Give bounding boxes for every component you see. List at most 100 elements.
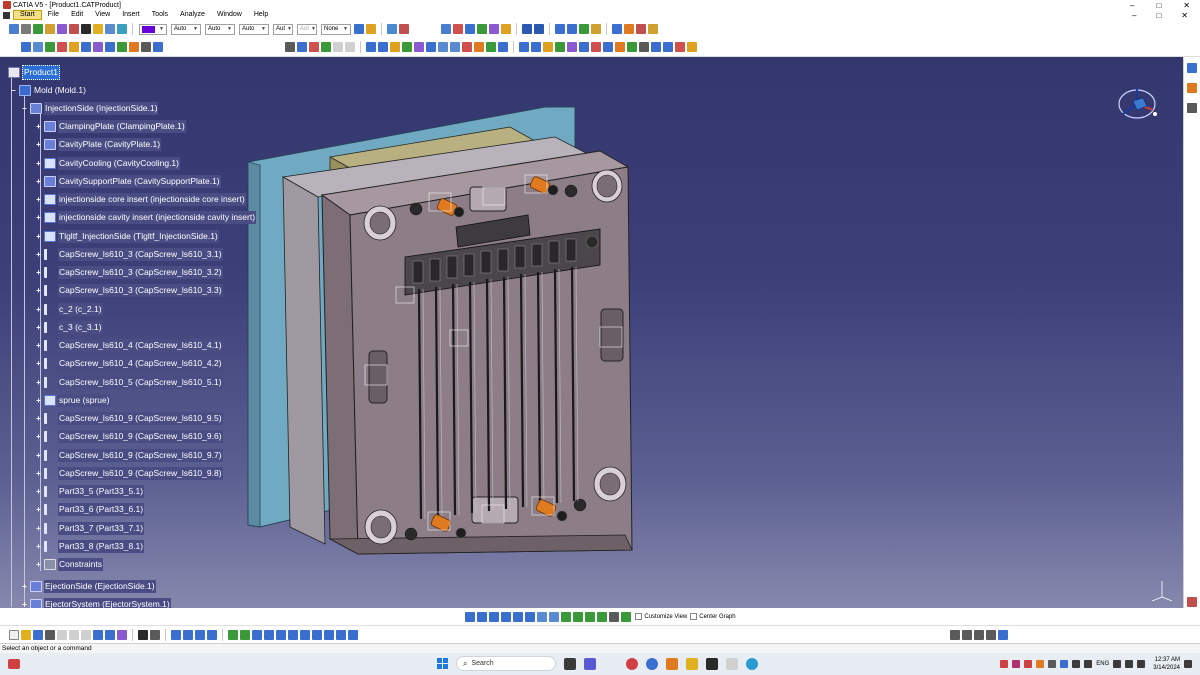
check-icon[interactable] — [33, 24, 43, 34]
pocket-icon[interactable] — [390, 42, 400, 52]
hide-show-icon[interactable] — [579, 42, 589, 52]
collapse-toggle[interactable]: – — [10, 86, 17, 94]
material-icon[interactable] — [609, 611, 620, 622]
reuse-pattern-icon[interactable] — [636, 24, 646, 34]
menu-analyze[interactable]: Analyze — [174, 10, 211, 20]
menu-window[interactable]: Window — [211, 10, 248, 20]
tree-node-child[interactable]: + injectionside cavity insert (injections… — [35, 210, 257, 224]
wifi-icon[interactable] — [1113, 660, 1122, 668]
expand-toggle[interactable]: + — [35, 232, 42, 240]
formula-fx-icon[interactable] — [138, 629, 148, 640]
expand-toggle[interactable]: + — [35, 414, 42, 422]
expand-toggle[interactable]: + — [21, 582, 28, 590]
weld-icon[interactable] — [498, 42, 508, 52]
expand-toggle[interactable]: + — [35, 451, 42, 459]
globe-icon[interactable] — [117, 24, 127, 34]
measure-item-icon[interactable] — [531, 42, 541, 52]
flexible-icon[interactable] — [624, 24, 634, 34]
remove-icon[interactable] — [450, 42, 460, 52]
angle-icon[interactable] — [567, 24, 577, 34]
center-graph-checkbox[interactable] — [690, 613, 698, 620]
swap-space-icon[interactable] — [591, 42, 601, 52]
explode-icon[interactable] — [141, 42, 151, 52]
law-icon[interactable] — [69, 24, 79, 34]
snap-icon[interactable] — [129, 42, 139, 52]
widgets-icon[interactable] — [8, 659, 20, 669]
save-icon[interactable] — [33, 629, 43, 640]
generate-numbering-icon[interactable] — [93, 42, 103, 52]
menu-start[interactable]: Start — [13, 10, 42, 20]
expand-toggle[interactable]: + — [35, 159, 42, 167]
tray-app-icon[interactable] — [1036, 660, 1045, 668]
graph-tree-reordering-icon[interactable] — [81, 42, 91, 52]
tree-node-child[interactable]: + CapScrew_ls610_3 (CapScrew_ls610_3.3) — [35, 283, 223, 297]
view-mode-icon[interactable] — [324, 629, 334, 640]
customize-icon[interactable] — [974, 629, 984, 640]
tree-node-child[interactable]: + ClampingPlate (ClampingPlate.1) — [35, 119, 186, 133]
tray-app-icon[interactable] — [1024, 660, 1033, 668]
tree-node-child[interactable]: + CapScrew_ls610_4 (CapScrew_ls610_4.1) — [35, 338, 223, 352]
custom-view-icon[interactable] — [621, 611, 632, 622]
customize-view-checkbox[interactable] — [635, 613, 643, 620]
paste-icon[interactable] — [81, 629, 91, 640]
tree-node-child[interactable]: + CapScrew_ls610_9 (CapScrew_ls610_9.8) — [35, 466, 223, 480]
tolerance-icon[interactable] — [93, 24, 103, 34]
normal-icon[interactable] — [300, 629, 310, 640]
normal-view-icon[interactable] — [525, 611, 536, 622]
battery-icon[interactable] — [1137, 660, 1146, 668]
quick-view-tool-icon[interactable] — [312, 629, 322, 640]
menu-tools[interactable]: Tools — [146, 10, 174, 20]
expand-toggle[interactable]: + — [35, 396, 42, 404]
gear-icon[interactable] — [1187, 103, 1197, 113]
chevron-up-icon[interactable] — [1084, 660, 1093, 668]
taskbar-search[interactable]: ⌕ Search — [456, 656, 556, 671]
monitor-icon[interactable] — [1187, 63, 1197, 73]
grid-icon[interactable] — [195, 629, 205, 640]
replace-component-icon[interactable] — [69, 42, 79, 52]
fly-mode-icon[interactable] — [603, 42, 613, 52]
maximize-button[interactable]: □ — [1156, 1, 1161, 10]
hide-icon[interactable] — [336, 629, 346, 640]
new-product-icon[interactable] — [33, 42, 43, 52]
tray-app-icon[interactable] — [1060, 660, 1069, 668]
expand-toggle[interactable]: + — [35, 469, 42, 477]
assemble-icon[interactable] — [474, 42, 484, 52]
shading-icon[interactable] — [561, 611, 572, 622]
catalog-browser-icon[interactable] — [399, 24, 409, 34]
manipulation-icon[interactable] — [117, 42, 127, 52]
system-menu-icon[interactable] — [3, 11, 10, 19]
existing-component-icon[interactable] — [57, 42, 67, 52]
language-indicator[interactable]: ENG — [1096, 661, 1109, 667]
split-icon[interactable] — [414, 42, 424, 52]
color-select[interactable]: ▼ — [139, 23, 167, 35]
pan-tool-icon[interactable] — [252, 629, 262, 640]
front-view-icon[interactable] — [549, 611, 560, 622]
distance-icon[interactable] — [477, 24, 487, 34]
menu-file[interactable]: File — [42, 10, 65, 20]
linetype-select[interactable]: Auto ▼ — [205, 23, 235, 35]
tree-node-child[interactable]: + CapScrew_ls610_4 (CapScrew_ls610_4.2) — [35, 356, 223, 370]
measure-between-icon[interactable] — [519, 42, 529, 52]
copy-icon[interactable] — [69, 629, 79, 640]
table-icon[interactable] — [171, 629, 181, 640]
publication-icon[interactable] — [345, 42, 355, 52]
menu-view[interactable]: View — [89, 10, 116, 20]
fix-together-icon[interactable] — [591, 24, 601, 34]
compass-icon[interactable] — [1113, 84, 1159, 124]
tools-close-icon[interactable] — [675, 42, 685, 52]
bom-icon[interactable] — [648, 24, 658, 34]
layer-select[interactable]: Aut ▼ — [297, 23, 317, 35]
swap-visible-icon[interactable] — [348, 629, 358, 640]
doc-close-button[interactable]: ✕ — [1181, 11, 1188, 20]
text-icon[interactable] — [81, 24, 91, 34]
new-component-icon[interactable] — [21, 42, 31, 52]
menu-insert[interactable]: Insert — [116, 10, 146, 20]
collapse-toggle[interactable]: + — [35, 560, 42, 568]
lineweight-select[interactable]: Auto ▼ — [239, 23, 269, 35]
expand-toggle[interactable]: + — [35, 487, 42, 495]
ambience-icon[interactable] — [663, 42, 673, 52]
zoom-out-tool-icon[interactable] — [288, 629, 298, 640]
pad-icon[interactable] — [378, 42, 388, 52]
settings-icon[interactable] — [726, 657, 738, 670]
knowledge-icon[interactable] — [45, 24, 55, 34]
